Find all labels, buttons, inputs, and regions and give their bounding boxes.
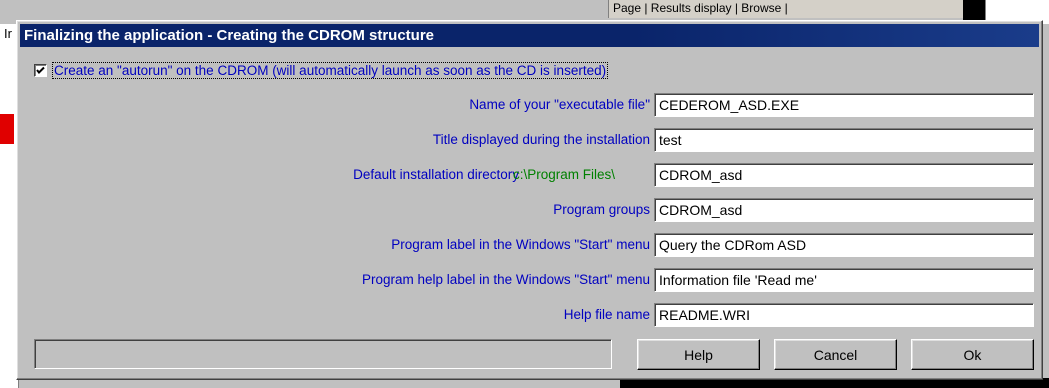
ok-button[interactable]: Ok xyxy=(911,339,1034,370)
background-left-text: Ir xyxy=(4,26,12,41)
install-directory-prefix: c:\Program Files\ xyxy=(513,167,616,182)
install-directory-label: Default installation directory xyxy=(353,167,519,182)
start-menu-label: Program label in the Windows "Start" men… xyxy=(391,237,650,252)
cancel-button[interactable]: Cancel xyxy=(774,339,897,370)
field-row-executable: Name of your "executable file" xyxy=(20,93,1039,117)
field-row-install-directory: Default installation directory c:\Progra… xyxy=(20,163,1039,187)
finalize-dialog: Finalizing the application - Creating th… xyxy=(16,20,1043,380)
install-title-label: Title displayed during the installation xyxy=(432,132,650,147)
dialog-title[interactable]: Finalizing the application - Creating th… xyxy=(20,24,1039,47)
help-start-menu-field[interactable] xyxy=(654,268,1034,292)
autorun-option[interactable]: Create an "autorun" on the CDROM (will a… xyxy=(34,62,609,79)
help-file-label: Help file name xyxy=(563,307,650,322)
help-start-menu-label: Program help label in the Windows "Start… xyxy=(362,272,650,287)
field-row-program-groups: Program groups xyxy=(20,198,1039,222)
start-menu-field[interactable] xyxy=(654,233,1034,257)
field-row-help-label: Program help label in the Windows "Start… xyxy=(20,268,1039,292)
field-row-help-file: Help file name xyxy=(20,303,1039,327)
program-groups-field[interactable] xyxy=(654,198,1034,222)
help-button[interactable]: Help xyxy=(637,339,760,370)
executable-field[interactable] xyxy=(654,93,1034,117)
install-directory-field[interactable] xyxy=(654,163,1034,187)
autorun-checkbox[interactable] xyxy=(34,64,47,77)
checkmark-icon xyxy=(36,66,45,74)
background-tabs: Page | Results display | Browse | xyxy=(608,0,969,18)
field-row-start-label: Program label in the Windows "Start" men… xyxy=(20,233,1039,257)
executable-label: Name of your "executable file" xyxy=(469,97,650,112)
background-red-marker xyxy=(0,114,14,144)
program-groups-label: Program groups xyxy=(553,202,650,217)
help-file-field[interactable] xyxy=(654,303,1034,327)
field-row-install-title: Title displayed during the installation xyxy=(20,128,1039,152)
install-title-field[interactable] xyxy=(654,128,1034,152)
autorun-label[interactable]: Create an "autorun" on the CDROM (will a… xyxy=(51,62,609,79)
status-box xyxy=(34,339,612,369)
dialog-content: Create an "autorun" on the CDROM (will a… xyxy=(20,49,1039,376)
